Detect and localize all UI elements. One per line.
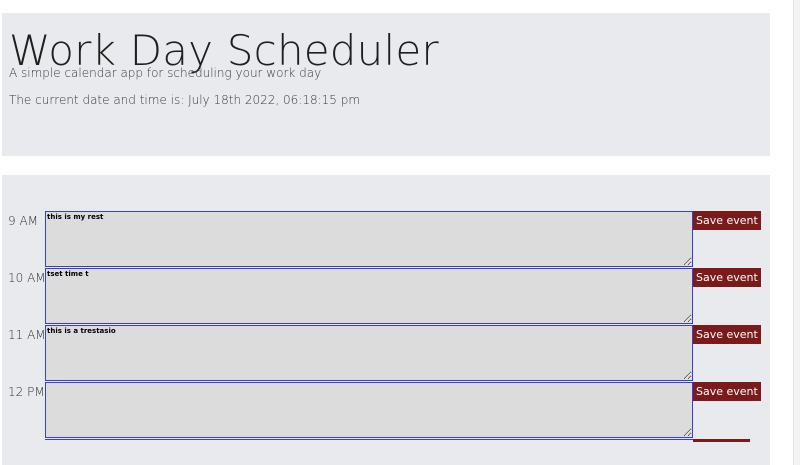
event-description-input[interactable]: tset time t <box>45 268 693 324</box>
hour-label: 10 AM <box>8 271 46 285</box>
save-event-button[interactable]: Save event <box>693 211 761 230</box>
header-jumbotron: Work Day Scheduler A simple calendar app… <box>2 13 770 156</box>
next-row-border <box>45 439 693 440</box>
save-event-button[interactable]: Save event <box>693 325 761 344</box>
time-block-row: 12 PM Save event <box>0 382 800 439</box>
current-date-time: The current date and time is: July 18th … <box>9 93 361 107</box>
event-description-input[interactable] <box>45 382 693 438</box>
time-block-row: 10 AM tset time t Save event <box>0 268 800 325</box>
page-subtitle: A simple calendar app for scheduling you… <box>9 66 322 80</box>
hour-label: 11 AM <box>8 328 46 342</box>
hour-label: 12 PM <box>8 385 45 399</box>
time-block-row: 9 AM this is my rest Save event <box>0 211 800 268</box>
save-event-button[interactable]: Save event <box>693 382 761 401</box>
save-event-button-partial[interactable] <box>693 439 750 442</box>
hour-label: 9 AM <box>8 214 39 228</box>
event-description-input[interactable]: this is a trestasio <box>45 325 693 381</box>
save-event-button[interactable]: Save event <box>693 268 761 287</box>
time-block-row: 11 AM this is a trestasio Save event <box>0 325 800 382</box>
event-description-input[interactable]: this is my rest <box>45 211 693 267</box>
